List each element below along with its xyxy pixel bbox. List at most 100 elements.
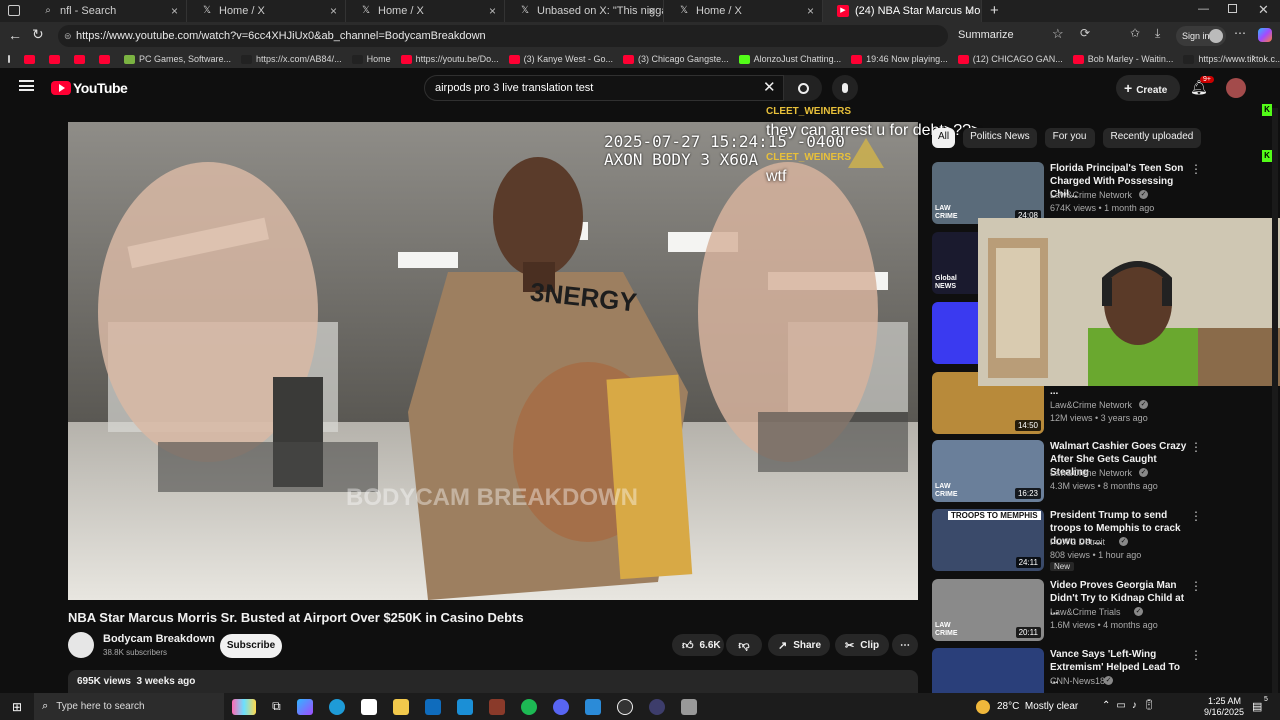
reading-list-icon[interactable] bbox=[8, 55, 10, 63]
recommended-video[interactable]: LAW CRIME 16:23 Walmart Cashier Goes Crazy… bbox=[932, 440, 1272, 502]
description-box[interactable]: 695K views 3 weeks ago bbox=[68, 670, 918, 693]
favorite-star-icon[interactable]: ☆ bbox=[1052, 26, 1064, 42]
more-actions-button[interactable]: ⋯ bbox=[892, 634, 918, 656]
recommended-video[interactable]: LAW CRIME 20:11 Video Proves Georgia Man D… bbox=[932, 579, 1272, 641]
task-view-icon[interactable]: ⧉ bbox=[272, 699, 281, 714]
photos-icon[interactable] bbox=[456, 698, 473, 715]
bookmark-item[interactable] bbox=[99, 54, 114, 64]
subscribe-button[interactable]: Subscribe bbox=[220, 634, 282, 658]
close-tab-icon[interactable]: × bbox=[330, 4, 337, 18]
weather-text[interactable]: 28°C Mostly clear bbox=[997, 701, 1078, 712]
search-input[interactable]: airpods pro 3 live translation test ✕ bbox=[424, 75, 784, 101]
clock-date[interactable]: 9/16/2025 bbox=[1204, 707, 1244, 717]
extensions-icon[interactable]: ⟳ bbox=[1080, 26, 1090, 40]
bookmark-item[interactable]: 19:46 Now playing... bbox=[851, 54, 948, 64]
bookmark-item[interactable] bbox=[74, 54, 89, 64]
spotify-icon[interactable] bbox=[520, 698, 537, 715]
bookmark-item[interactable]: https://www.tiktok.c... bbox=[1183, 54, 1280, 64]
recommended-video-channel[interactable]: CNN-News18 bbox=[1050, 676, 1105, 686]
voice-search-button[interactable] bbox=[832, 75, 858, 101]
close-tab-icon[interactable]: × bbox=[807, 4, 814, 18]
github-icon[interactable] bbox=[616, 698, 633, 715]
create-button[interactable]: + Create bbox=[1116, 75, 1180, 101]
browser-tab[interactable]: ▶ (24) NBA Star Marcus Morris × bbox=[823, 0, 982, 22]
kick-icon[interactable]: K bbox=[1262, 104, 1272, 116]
browser-tab[interactable]: 𝕏 Home / X × bbox=[346, 0, 505, 22]
search-button[interactable] bbox=[784, 75, 822, 101]
chip-all[interactable]: All bbox=[932, 128, 956, 148]
dislike-button[interactable]: 👎︎ bbox=[726, 634, 762, 656]
bookmark-item[interactable]: https://x.com/AB84/... bbox=[241, 54, 342, 64]
browser-tab[interactable]: ⌕ nfl - Search × bbox=[28, 0, 187, 22]
youtube-logo[interactable]: YouTube bbox=[51, 80, 128, 96]
bookmark-item[interactable]: (12) CHICAGO GAN... bbox=[957, 54, 1063, 64]
system-tray-icons[interactable]: ⌃▭♪🔋︎ bbox=[1102, 700, 1162, 711]
site-info-icon[interactable]: ⊜ bbox=[64, 25, 72, 47]
more-options-icon[interactable]: ⋮ bbox=[1190, 509, 1202, 523]
refresh-icon[interactable]: ↻ bbox=[32, 26, 44, 43]
kick-icon[interactable]: K bbox=[1262, 150, 1272, 162]
sidebar-toggle-icon[interactable] bbox=[8, 5, 20, 16]
like-button[interactable]: 👍︎ 6.6K bbox=[672, 634, 724, 656]
clear-search-icon[interactable]: ✕ bbox=[763, 76, 776, 100]
recommended-video-channel[interactable]: Law&Crime Network bbox=[1050, 190, 1132, 200]
shield-icon[interactable] bbox=[680, 698, 697, 715]
taskbar-search-box[interactable]: ⌕ Type here to search bbox=[34, 693, 225, 720]
url-field[interactable]: ⊜ https://www.youtube.com/watch?v=6cc4XH… bbox=[58, 25, 948, 47]
more-options-icon[interactable]: ⋮ bbox=[1190, 162, 1202, 176]
game-icon[interactable] bbox=[488, 698, 505, 715]
recommended-video-channel[interactable]: Law&Crime Trials bbox=[1050, 607, 1121, 617]
chip-for-you[interactable]: For you bbox=[1044, 128, 1095, 148]
bookmark-item[interactable]: Home bbox=[351, 54, 391, 64]
bookmark-item[interactable]: Bob Marley - Waitin... bbox=[1072, 54, 1173, 64]
chip-recently-uploaded[interactable]: Recently uploaded bbox=[1102, 128, 1202, 148]
close-window-icon[interactable]: ✕ bbox=[1258, 2, 1269, 18]
bookmark-item[interactable] bbox=[49, 54, 64, 64]
bookmark-item[interactable]: (3) Kanye West - Go... bbox=[508, 54, 613, 64]
close-tab-icon[interactable]: × bbox=[171, 4, 178, 18]
close-tab-icon[interactable]: × bbox=[966, 4, 973, 18]
back-icon[interactable]: ← bbox=[8, 27, 22, 43]
discord-icon[interactable] bbox=[552, 698, 569, 715]
downloads-icon[interactable]: ⤓ bbox=[1155, 26, 1160, 41]
bookmark-item[interactable]: PC Games, Software... bbox=[124, 54, 231, 64]
recommended-video[interactable]: LAW CRIME 24:08 Florida Principal's Teen S… bbox=[932, 162, 1272, 224]
windows-start-icon[interactable]: ⊞ bbox=[12, 700, 22, 714]
close-tab-icon[interactable]: × bbox=[489, 4, 496, 18]
media-app-icon[interactable] bbox=[648, 698, 665, 715]
bookmarks-overflow-icon[interactable]: › bbox=[1252, 52, 1256, 64]
colorful-app-icon[interactable] bbox=[232, 698, 257, 715]
video-thumbnail[interactable]: LAW CRIME 24:08 bbox=[932, 162, 1044, 224]
scrollbar[interactable] bbox=[1272, 108, 1278, 693]
more-menu-icon[interactable]: ⋯ bbox=[1234, 26, 1246, 40]
copilot-icon[interactable] bbox=[1258, 28, 1272, 42]
minimize-icon[interactable]: — bbox=[1198, 3, 1209, 15]
video-thumbnail[interactable]: LAW CRIME 16:23 bbox=[932, 440, 1044, 502]
maximize-icon[interactable] bbox=[1228, 4, 1237, 13]
notification-center-icon[interactable]: ▤ bbox=[1252, 700, 1262, 713]
more-options-icon[interactable]: ⋮ bbox=[1190, 579, 1202, 593]
outlook-icon[interactable] bbox=[424, 698, 441, 715]
bookmark-item[interactable]: AlonzoJust Chatting... bbox=[738, 54, 841, 64]
recommended-video-channel[interactable]: Law&Crime Network bbox=[1050, 400, 1132, 410]
clock-time[interactable]: 1:25 AM bbox=[1208, 696, 1241, 706]
chip-politics-news[interactable]: Politics News bbox=[963, 128, 1037, 148]
new-tab-icon[interactable]: + bbox=[990, 2, 999, 19]
browser-tab[interactable]: 𝕏 Home / X × bbox=[664, 0, 823, 22]
browser-tab[interactable]: 𝕏 Home / X × bbox=[187, 0, 346, 22]
bookmark-item[interactable] bbox=[24, 54, 39, 64]
close-tab-icon[interactable]: × bbox=[648, 4, 655, 18]
signin-button[interactable]: Sign in bbox=[1176, 26, 1226, 46]
browser-tab[interactable]: 𝕏 Unbased on X: "This nigga sta× bbox=[505, 0, 664, 22]
recommended-video[interactable]: TROOPS TO MEMPHIS 24:11 President Trump to… bbox=[932, 509, 1272, 571]
video-thumbnail[interactable]: LAW CRIME 20:11 bbox=[932, 579, 1044, 641]
clip-button[interactable]: ✂ Clip bbox=[835, 634, 889, 656]
summarize-button[interactable]: Summarize bbox=[958, 29, 1014, 41]
video-thumbnail[interactable]: TROOPS TO MEMPHIS 24:11 bbox=[932, 509, 1044, 571]
copilot-taskbar-icon[interactable] bbox=[296, 698, 313, 715]
more-options-icon[interactable]: ⋮ bbox=[1190, 440, 1202, 454]
recommended-video-channel[interactable]: FOX 2 Detroit bbox=[1050, 537, 1105, 547]
user-avatar[interactable] bbox=[1226, 78, 1246, 98]
channel-avatar[interactable] bbox=[68, 632, 94, 658]
file-explorer-icon[interactable] bbox=[392, 698, 409, 715]
